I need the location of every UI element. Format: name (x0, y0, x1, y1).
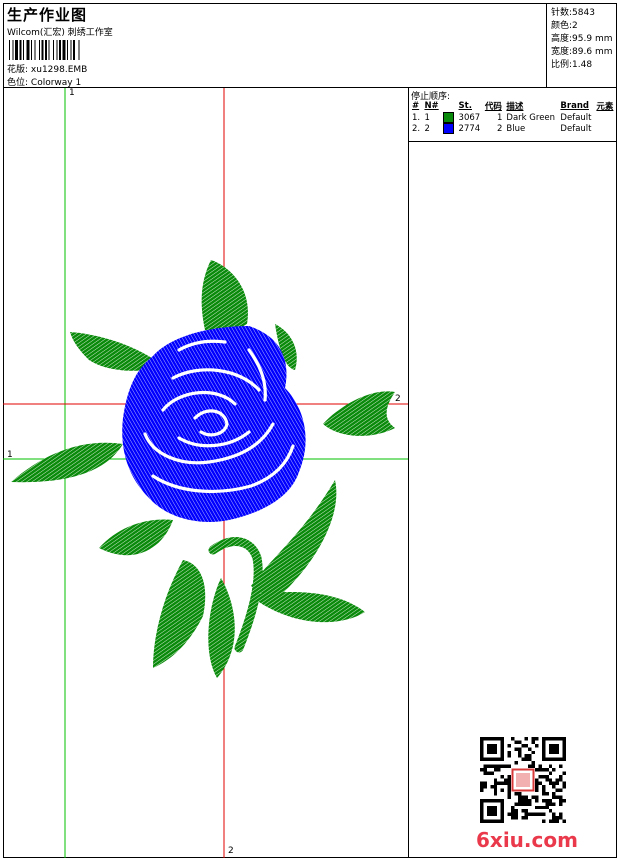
colorway-label: 色位: (7, 78, 29, 88)
leaf-bottom (208, 578, 235, 678)
stats-panel: 针数:5843 颜色:2 高度:95.9 mm 宽度:89.6 mm 比例:1.… (546, 3, 618, 87)
company-name: Wilcom(汇宏) 刺绣工作室 (7, 28, 113, 38)
col-num: # (412, 101, 420, 111)
leaf-right (323, 391, 395, 436)
stat-height: 高度:95.9 mm (551, 34, 613, 44)
row-n: 2 (424, 123, 430, 134)
embroidery-preview (3, 88, 408, 858)
leaf-top (201, 260, 248, 332)
row-desc: Dark Green (506, 112, 556, 123)
site-watermark: 6xiu.com (476, 828, 578, 852)
row-element (594, 123, 616, 134)
colorway-value: Colorway 1 (30, 78, 82, 88)
row-num: 2. (412, 123, 421, 134)
guide-label-v2: 2 (228, 846, 234, 856)
col-st: St. (458, 101, 472, 111)
stop-sequence-table: # N# St. 代码 描述 Brand 元素 1. 1 3067 1 Dark… (410, 100, 616, 134)
design-label: 花版: (7, 65, 29, 75)
row-element (594, 112, 616, 123)
col-swatch (441, 100, 456, 112)
row-brand: Default (560, 112, 592, 123)
stat-width: 宽度:89.6 mm (551, 47, 613, 57)
col-desc: 描述 (506, 102, 524, 112)
stat-scale: 比例:1.48 (551, 60, 593, 70)
design-row: 花版: xu1298.EMB (7, 62, 87, 75)
row-num: 1. (412, 112, 421, 123)
col-n: N# (424, 101, 439, 111)
stat-stitches: 针数:5843 (551, 8, 595, 18)
leaf-lower-left (153, 560, 206, 668)
qr-code (480, 737, 566, 823)
design-canvas: 1 2 1 2 (3, 88, 409, 858)
design-file: xu1298.EMB (30, 65, 88, 75)
barcode (9, 40, 80, 60)
guide-label-h2: 2 (395, 394, 401, 404)
row-st: 3067 (458, 112, 481, 123)
col-element: 元素 (596, 102, 614, 112)
row-n: 1 (424, 112, 430, 123)
row-swatch (441, 123, 456, 134)
header-info: 生产作业图 Wilcom(汇宏) 刺绣工作室 花版: xu1298.EMB 色位… (3, 3, 543, 88)
header: 生产作业图 Wilcom(汇宏) 刺绣工作室 花版: xu1298.EMB 色位… (3, 3, 617, 88)
row-desc: Blue (506, 123, 526, 134)
rose-blossom (122, 326, 306, 522)
row-st: 2774 (458, 123, 481, 134)
row-swatch (441, 112, 456, 123)
table-row: 1. 1 3067 1 Dark Green Default (410, 112, 616, 123)
col-brand: Brand (560, 101, 589, 111)
guide-label-v1: 1 (69, 88, 75, 98)
table-header-row: # N# St. 代码 描述 Brand 元素 (410, 100, 616, 112)
divider (409, 141, 617, 142)
stat-colors: 颜色:2 (551, 21, 578, 31)
page-title: 生产作业图 (7, 6, 88, 24)
row-code: 1 (497, 112, 503, 123)
color-swatch (443, 112, 455, 123)
colorway-row: 色位: Colorway 1 (7, 75, 81, 88)
guide-label-h1: 1 (7, 450, 13, 460)
leaf-left (11, 442, 123, 483)
table-row: 2. 2 2774 2 Blue Default (410, 123, 616, 134)
leaf-mid-left (99, 519, 173, 556)
color-swatch (443, 123, 455, 134)
col-code: 代码 (484, 102, 502, 112)
row-code: 2 (497, 123, 503, 134)
row-brand: Default (560, 123, 592, 134)
leaf-lower-right (257, 591, 365, 623)
